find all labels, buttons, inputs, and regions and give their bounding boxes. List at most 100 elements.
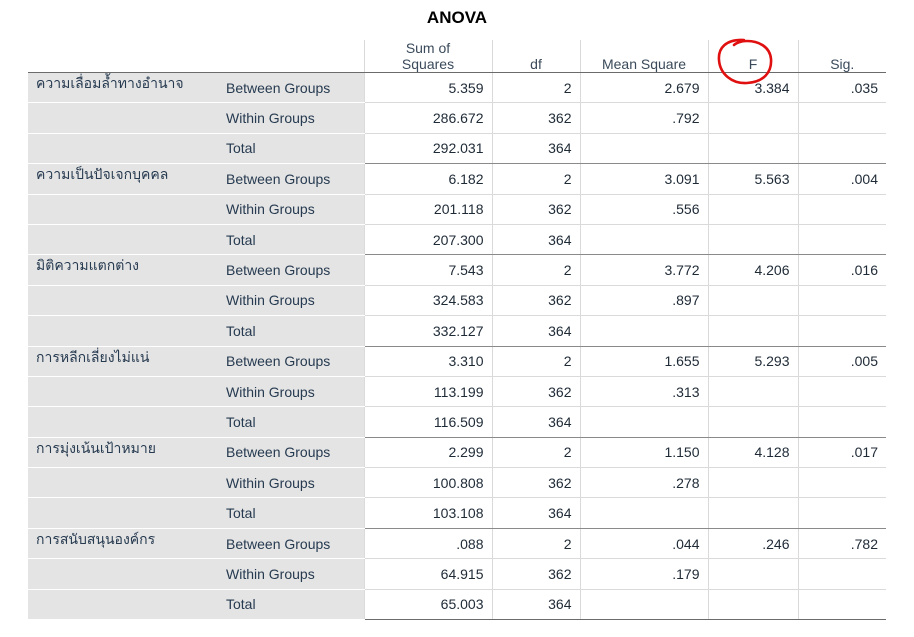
sum-of-squares-cell: .088 [363, 528, 492, 560]
group-label-cell: Total [218, 224, 364, 256]
mean-square-cell: 1.655 [579, 346, 708, 377]
sig-value-cell [797, 133, 886, 165]
df-cell: 2 [491, 72, 580, 104]
mean-square-cell: 3.091 [579, 163, 708, 195]
f-value-cell [707, 194, 798, 225]
table-row: Total 116.509 364 [28, 406, 886, 438]
mean-square-cell: .556 [579, 194, 708, 225]
header-blank-group [218, 40, 364, 73]
table-row: Within Groups 64.915 362.179 [28, 558, 886, 590]
variable-name-cell: ความเลื่อมล้ำทางอำนาจ [28, 72, 218, 104]
f-value-cell: 5.563 [707, 163, 798, 195]
group-label-cell: Between Groups [218, 437, 364, 469]
sig-value-cell: .004 [797, 163, 886, 195]
sum-of-squares-cell: 100.808 [363, 467, 492, 499]
df-cell: 2 [491, 437, 580, 469]
mean-square-cell: .044 [579, 528, 708, 560]
variable-name-cell [28, 315, 218, 347]
variable-name-cell [28, 194, 218, 225]
sig-value-cell [797, 224, 886, 256]
mean-square-cell: .313 [579, 376, 708, 408]
f-value-cell: 3.384 [707, 72, 798, 104]
f-value-cell [707, 406, 798, 438]
variable-name-cell [28, 133, 218, 165]
f-value-cell [707, 467, 798, 499]
df-cell: 364 [491, 497, 580, 529]
group-label-cell: Between Groups [218, 72, 364, 104]
df-cell: 2 [491, 528, 580, 560]
f-value-cell [707, 315, 798, 347]
mean-square-cell [579, 315, 708, 347]
variable-name-cell: ความเป็นปัจเจกบุคคล [28, 163, 218, 195]
sig-value-cell [797, 589, 886, 621]
variable-name-cell [28, 376, 218, 408]
sum-of-squares-cell: 103.108 [363, 497, 492, 529]
table-row: Total 292.031 364 [28, 133, 886, 165]
mean-square-cell [579, 406, 708, 438]
sum-of-squares-cell: 5.359 [363, 72, 492, 104]
table-row: การสนับสนุนองค์กร Between Groups .088 2.044… [28, 528, 886, 560]
df-cell: 364 [491, 133, 580, 165]
header-f: F [707, 40, 798, 73]
df-cell: 2 [491, 254, 580, 286]
variable-name-cell [28, 406, 218, 438]
sig-value-cell [797, 467, 886, 499]
variable-name-cell [28, 558, 218, 590]
sig-value-cell [797, 102, 886, 134]
table-row: Total 332.127 364 [28, 315, 886, 347]
table-row: ความเป็นปัจเจกบุคคล Between Groups 6.182 2 3… [28, 163, 886, 195]
df-cell: 362 [491, 102, 580, 134]
sig-value-cell [797, 406, 886, 438]
sum-of-squares-cell: 3.310 [363, 346, 492, 377]
sig-value-cell [797, 497, 886, 529]
table-row: ความเลื่อมล้ำทางอำนาจ Between Groups 5.359… [28, 72, 886, 104]
df-cell: 362 [491, 467, 580, 499]
sig-value-cell [797, 315, 886, 347]
sum-of-squares-cell: 64.915 [363, 558, 492, 590]
f-value-cell: 4.128 [707, 437, 798, 469]
df-cell: 364 [491, 224, 580, 256]
group-label-cell: Total [218, 497, 364, 529]
sum-of-squares-cell: 2.299 [363, 437, 492, 469]
sig-value-cell [797, 558, 886, 590]
sig-value-cell: .016 [797, 254, 886, 286]
table-row: Within Groups 113.199 362.313 [28, 376, 886, 408]
sum-of-squares-cell: 116.509 [363, 406, 492, 438]
f-value-cell: .246 [707, 528, 798, 560]
variable-name-cell [28, 497, 218, 529]
mean-square-cell: 2.679 [579, 72, 708, 104]
sum-of-squares-cell: 286.672 [363, 102, 492, 134]
variable-name-cell: การมุ่งเน้นเป้าหมาย [28, 437, 218, 469]
anova-table: Sum of Squares df Mean Square F Sig. ความ… [28, 40, 886, 621]
sig-value-cell [797, 376, 886, 408]
header-row: Sum of Squares df Mean Square F Sig. [28, 40, 886, 73]
table-row: Total 103.108 364 [28, 497, 886, 529]
sig-value-cell: .035 [797, 72, 886, 104]
group-label-cell: Total [218, 315, 364, 347]
sig-value-cell: .017 [797, 437, 886, 469]
mean-square-cell [579, 589, 708, 621]
f-value-cell [707, 497, 798, 529]
variable-name-cell [28, 102, 218, 134]
variable-name-cell [28, 285, 218, 317]
group-label-cell: Within Groups [218, 285, 364, 317]
table-row: การมุ่งเน้นเป้าหมาย Between Groups 2.299 2 1… [28, 437, 886, 469]
table-row: Total 65.003 364 [28, 589, 886, 621]
f-value-cell [707, 589, 798, 621]
df-cell: 2 [491, 346, 580, 377]
mean-square-cell [579, 133, 708, 165]
variable-name-cell [28, 589, 218, 621]
group-label-cell: Total [218, 133, 364, 165]
header-df: df [491, 40, 580, 73]
mean-square-cell: 1.150 [579, 437, 708, 469]
df-cell: 362 [491, 376, 580, 408]
sum-of-squares-cell: 332.127 [363, 315, 492, 347]
group-label-cell: Within Groups [218, 376, 364, 408]
sig-value-cell [797, 194, 886, 225]
table-row: การหลีกเลี่ยงไม่แน่ Between Groups 3.310 2 1… [28, 346, 886, 377]
f-value-cell [707, 133, 798, 165]
df-cell: 364 [491, 406, 580, 438]
header-blank-variable [28, 40, 218, 73]
sum-of-squares-cell: 65.003 [363, 589, 492, 621]
df-cell: 362 [491, 558, 580, 590]
